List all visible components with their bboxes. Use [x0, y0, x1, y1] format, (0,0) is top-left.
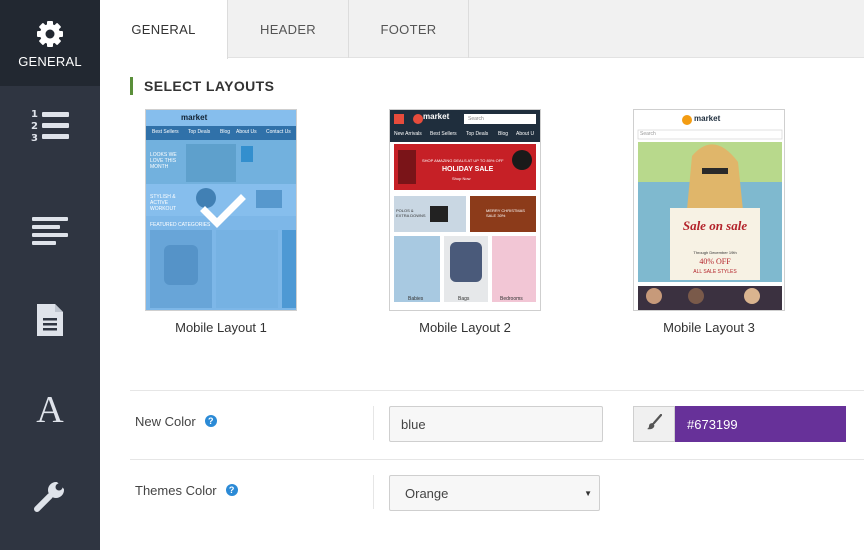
svg-text:2: 2 — [31, 121, 38, 132]
font-icon: A — [32, 390, 68, 426]
thumb-nav: Best Sellers — [152, 129, 179, 135]
svg-text:1: 1 — [31, 109, 38, 120]
help-icon[interactable]: ? — [225, 484, 238, 496]
thumb-banner-big: HOLIDAY SALE — [442, 166, 494, 173]
layout-2-text: market Search New Arrivals Best Sellers … — [390, 110, 540, 310]
divider — [373, 475, 374, 509]
new-color-label: New Color ? — [135, 412, 217, 430]
svg-text:A: A — [36, 390, 64, 426]
paintbrush-icon — [646, 413, 663, 435]
sidebar-item-document[interactable] — [0, 286, 100, 354]
themes-color-value: Orange — [405, 485, 449, 501]
thumb-sale-note: ALL SALE STYLES — [693, 269, 737, 275]
tab-label: GENERAL — [131, 22, 196, 37]
numbered-list-icon: 123 — [31, 108, 69, 144]
themes-color-select[interactable]: Orange ▼ — [389, 475, 600, 511]
thumb-nav: Blog — [220, 129, 231, 135]
thumb-category: Bags — [458, 296, 470, 302]
gear-icon — [34, 18, 66, 50]
thumb-search: Search — [468, 116, 484, 122]
layout-1-text: market Best Sellers Top Deals Blog About… — [146, 110, 296, 310]
thumb-category: Babies — [408, 296, 424, 302]
thumb-section-text: FEATURED CATEGORIES — [150, 222, 211, 228]
section-title: SELECT LAYOUTS — [130, 77, 274, 95]
sidebar: GENERAL 123 A — [0, 0, 100, 550]
thumb-sale-title: Sale on sale — [682, 218, 748, 233]
layout-thumbnail-2[interactable]: market Search New Arrivals Best Sellers … — [389, 109, 541, 311]
color-picker-button[interactable] — [633, 406, 675, 442]
thumb-brand: market — [181, 113, 208, 122]
chevron-down-icon: ▼ — [584, 489, 592, 498]
thumb-banner-text: LOOKS WE LOVE THIS MONTH — [150, 152, 177, 170]
layout-3-text: market Search Sale on sale Through Decem… — [634, 110, 784, 310]
thumb-promo-right: MERRY CHRISTMAS SALE 30% — [486, 208, 525, 218]
divider — [130, 390, 864, 391]
layout-label-1: Mobile Layout 1 — [175, 320, 267, 335]
tab-general[interactable]: GENERAL — [100, 0, 228, 59]
wrench-icon — [33, 479, 67, 513]
tab-bar: GENERAL HEADER FOOTER — [100, 0, 864, 59]
document-icon — [35, 302, 65, 338]
thumb-category: Bedrooms — [500, 296, 523, 302]
tab-label: FOOTER — [380, 21, 437, 37]
divider — [373, 406, 374, 440]
thumb-promo-text: STYLISH & ACTIVE WORKOUT — [150, 194, 177, 212]
thumb-sale-pct: 40% OFF — [699, 257, 731, 266]
layout-label-2: Mobile Layout 2 — [419, 320, 511, 335]
new-color-input[interactable]: blue — [389, 406, 603, 442]
new-color-value: blue — [401, 416, 426, 432]
thumb-nav: Top Deals — [466, 131, 489, 137]
themes-color-label: Themes Color ? — [135, 481, 238, 499]
thumb-nav: New Arrivals — [394, 131, 422, 137]
thumb-search: Search — [640, 131, 656, 137]
layout-thumbnail-3[interactable]: market Search Sale on sale Through Decem… — [633, 109, 785, 311]
help-icon[interactable]: ? — [204, 415, 217, 427]
thumb-banner-link: Shop Now — [452, 176, 471, 181]
thumb-nav: Contact Us — [266, 129, 291, 135]
sidebar-item-text-align[interactable] — [0, 196, 100, 264]
sidebar-item-numbered-list[interactable]: 123 — [0, 92, 100, 160]
thumb-nav: About U — [516, 131, 535, 137]
thumb-nav: Best Sellers — [430, 131, 457, 137]
app-root: GENERAL 123 A GENERAL HEADER FOOTER SELE… — [0, 0, 864, 550]
sidebar-item-tools[interactable] — [0, 462, 100, 530]
layout-thumbnail-1[interactable]: market Best Sellers Top Deals Blog About… — [145, 109, 297, 311]
tab-label: HEADER — [260, 21, 316, 37]
sidebar-item-label: GENERAL — [18, 53, 82, 69]
divider — [130, 459, 864, 460]
thumb-banner-small: SHOP AMAZING DEALS AT UP TO 80% OFF — [422, 158, 504, 163]
themes-color-label-text: Themes Color — [135, 482, 217, 498]
thumb-nav: About Us — [236, 129, 257, 135]
align-left-icon — [32, 215, 68, 245]
thumb-brand: market — [694, 114, 721, 123]
thumb-nav: Top Deals — [188, 129, 211, 135]
thumb-sale-sub: Through December 19th — [693, 250, 737, 255]
tab-header[interactable]: HEADER — [228, 0, 349, 58]
color-hex: #673199 — [687, 416, 738, 432]
sidebar-item-font[interactable]: A — [0, 374, 100, 442]
new-color-label-text: New Color — [135, 413, 196, 429]
thumb-nav: Blog — [498, 131, 509, 137]
thumb-promo-left: POLOS & EXTRA DOWNS — [396, 208, 426, 218]
layout-label-3: Mobile Layout 3 — [663, 320, 755, 335]
color-picker-value[interactable]: #673199 — [675, 406, 846, 442]
sidebar-item-general[interactable]: GENERAL — [0, 0, 100, 86]
tab-footer[interactable]: FOOTER — [349, 0, 469, 58]
thumb-brand: market — [423, 112, 450, 121]
svg-text:3: 3 — [31, 133, 38, 144]
